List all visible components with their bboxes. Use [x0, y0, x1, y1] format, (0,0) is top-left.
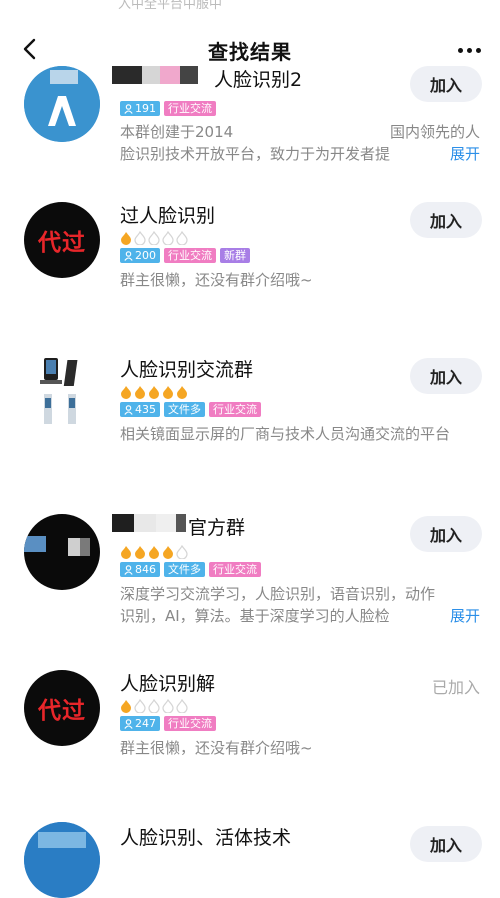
flame-outline-icon [176, 231, 188, 245]
flame-icon [163, 386, 173, 399]
list-item[interactable]: 官方群 846 文件多 行业交流 深度学习交流学习，人脸识别，语音识别，动作 识… [0, 514, 500, 644]
tag-industry: 行业交流 [164, 716, 216, 731]
group-avatar [24, 822, 100, 898]
flame-icon [177, 386, 187, 399]
group-description: 深度学习交流学习，人脸识别，语音识别，动作 识别，AI，算法。基于深度学习的人脸… [120, 585, 480, 627]
group-avatar: 代过 [24, 202, 100, 278]
flame-icon [149, 546, 159, 559]
previous-item-fragment: 入中全平台中服中 [118, 0, 223, 12]
list-item[interactable]: 代过 人脸识别解 247 行业交流 群主很懒，还没有群介绍哦~ 已加入 [0, 670, 500, 780]
more-icon [457, 47, 481, 53]
person-icon [124, 103, 133, 114]
joined-status: 已加入 [431, 678, 480, 697]
expand-link[interactable]: 展开 [427, 143, 480, 165]
group-name: 人脸识别解 [120, 673, 216, 695]
member-count-badge: 846 [120, 562, 160, 577]
flame-icon [121, 386, 131, 399]
list-item[interactable]: 代过 过人脸识别 200 行业交流 新群 群主很懒，还没有群介绍哦~ 加入 [0, 202, 500, 312]
flame-icon [149, 386, 159, 399]
expand-link[interactable]: 展开 [427, 605, 480, 627]
list-item[interactable]: 人脸识别2 191 行业交流 本群创建于2014 国内领先的人 脸识别技术开放平… [0, 66, 500, 176]
flame-outline-icon [134, 699, 146, 713]
flame-icon [121, 232, 131, 245]
tag-industry: 行业交流 [209, 562, 261, 577]
person-icon [124, 564, 133, 575]
join-button[interactable]: 加入 [410, 66, 482, 102]
flame-icon [135, 386, 145, 399]
group-description: 相关镜面显示屏的厂商与技术人员沟通交流的平台 [120, 425, 451, 443]
group-description: 群主很懒，还没有群介绍哦~ [120, 739, 313, 757]
flame-outline-icon [176, 545, 188, 559]
flame-outline-icon [176, 699, 188, 713]
flame-outline-icon [148, 699, 160, 713]
member-count-badge: 435 [120, 402, 160, 417]
tag-industry: 行业交流 [209, 402, 261, 417]
join-button[interactable]: 加入 [410, 202, 482, 238]
group-avatar [24, 66, 100, 142]
tag-new: 新群 [220, 248, 250, 263]
flame-outline-icon [148, 231, 160, 245]
list-item[interactable]: 人脸识别交流群 435 文件多 行业交流 相关镜面显示屏的厂商与技术人员沟通交流… [0, 356, 500, 486]
member-count-badge: 200 [120, 248, 160, 263]
flame-icon [163, 546, 173, 559]
person-icon [124, 250, 133, 261]
page-title: 查找结果 [208, 40, 292, 64]
flame-outline-icon [162, 231, 174, 245]
flame-outline-icon [162, 699, 174, 713]
person-icon [124, 718, 133, 729]
join-button[interactable]: 加入 [410, 826, 482, 862]
group-description: 本群创建于2014 国内领先的人 脸识别技术开放平台，致力于为开发者提 展开 [120, 123, 480, 165]
censored-name-block [112, 66, 198, 84]
person-icon [124, 404, 133, 415]
flame-outline-icon [134, 231, 146, 245]
tag-files: 文件多 [164, 562, 205, 577]
more-button[interactable] [452, 36, 486, 64]
group-avatar [24, 514, 100, 590]
tag-files: 文件多 [164, 402, 205, 417]
list-item[interactable]: 人脸识别、活体技术 加入 [0, 822, 500, 898]
group-avatar [24, 356, 100, 432]
nav-header: 查找结果 [0, 30, 500, 70]
join-button[interactable]: 加入 [410, 358, 482, 394]
flame-icon [121, 700, 131, 713]
tag-industry: 行业交流 [164, 101, 216, 116]
flame-icon [121, 546, 131, 559]
member-count-badge: 247 [120, 716, 160, 731]
censored-name-block [112, 514, 186, 532]
join-button[interactable]: 加入 [410, 516, 482, 552]
group-avatar: 代过 [24, 670, 100, 746]
group-description: 群主很懒，还没有群介绍哦~ [120, 271, 313, 289]
tag-industry: 行业交流 [164, 248, 216, 263]
flame-icon [135, 546, 145, 559]
member-count-badge: 191 [120, 101, 160, 116]
activity-level [120, 699, 482, 713]
